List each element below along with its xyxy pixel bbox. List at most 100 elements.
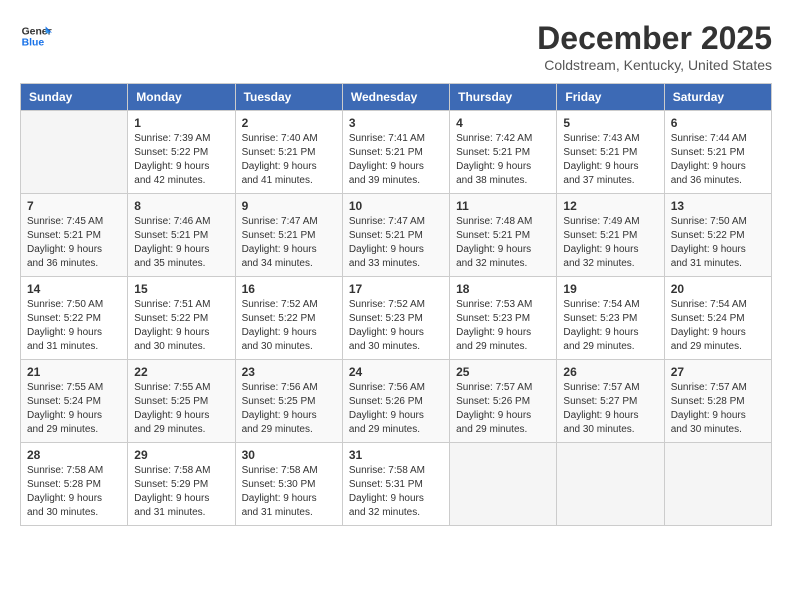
day-cell-2-3: 17 Sunrise: 7:52 AM Sunset: 5:23 PM Dayl… bbox=[342, 277, 449, 360]
day-cell-1-6: 13 Sunrise: 7:50 AM Sunset: 5:22 PM Dayl… bbox=[664, 194, 771, 277]
day-cell-1-1: 8 Sunrise: 7:46 AM Sunset: 5:21 PM Dayli… bbox=[128, 194, 235, 277]
day-cell-0-6: 6 Sunrise: 7:44 AM Sunset: 5:21 PM Dayli… bbox=[664, 111, 771, 194]
header-tuesday: Tuesday bbox=[235, 84, 342, 111]
day-info: Sunrise: 7:58 AM Sunset: 5:31 PM Dayligh… bbox=[349, 465, 425, 518]
day-cell-2-2: 16 Sunrise: 7:52 AM Sunset: 5:22 PM Dayl… bbox=[235, 277, 342, 360]
day-cell-2-0: 14 Sunrise: 7:50 AM Sunset: 5:22 PM Dayl… bbox=[21, 277, 128, 360]
day-cell-0-4: 4 Sunrise: 7:42 AM Sunset: 5:21 PM Dayli… bbox=[450, 111, 557, 194]
day-cell-4-1: 29 Sunrise: 7:58 AM Sunset: 5:29 PM Dayl… bbox=[128, 443, 235, 526]
day-cell-4-6 bbox=[664, 443, 771, 526]
day-cell-0-0 bbox=[21, 111, 128, 194]
day-cell-2-5: 19 Sunrise: 7:54 AM Sunset: 5:23 PM Dayl… bbox=[557, 277, 664, 360]
day-info: Sunrise: 7:42 AM Sunset: 5:21 PM Dayligh… bbox=[456, 133, 532, 186]
day-cell-3-6: 27 Sunrise: 7:57 AM Sunset: 5:28 PM Dayl… bbox=[664, 360, 771, 443]
day-info: Sunrise: 7:56 AM Sunset: 5:25 PM Dayligh… bbox=[242, 382, 318, 435]
day-number: 27 bbox=[671, 365, 765, 379]
day-number: 14 bbox=[27, 282, 121, 296]
day-info: Sunrise: 7:58 AM Sunset: 5:29 PM Dayligh… bbox=[134, 465, 210, 518]
day-cell-0-5: 5 Sunrise: 7:43 AM Sunset: 5:21 PM Dayli… bbox=[557, 111, 664, 194]
weekday-header-row: Sunday Monday Tuesday Wednesday Thursday… bbox=[21, 84, 772, 111]
week-row-3: 14 Sunrise: 7:50 AM Sunset: 5:22 PM Dayl… bbox=[21, 277, 772, 360]
day-cell-1-0: 7 Sunrise: 7:45 AM Sunset: 5:21 PM Dayli… bbox=[21, 194, 128, 277]
day-number: 23 bbox=[242, 365, 336, 379]
day-number: 24 bbox=[349, 365, 443, 379]
day-number: 21 bbox=[27, 365, 121, 379]
day-cell-4-3: 31 Sunrise: 7:58 AM Sunset: 5:31 PM Dayl… bbox=[342, 443, 449, 526]
day-number: 28 bbox=[27, 448, 121, 462]
day-cell-3-1: 22 Sunrise: 7:55 AM Sunset: 5:25 PM Dayl… bbox=[128, 360, 235, 443]
day-number: 25 bbox=[456, 365, 550, 379]
day-cell-1-5: 12 Sunrise: 7:49 AM Sunset: 5:21 PM Dayl… bbox=[557, 194, 664, 277]
header-sunday: Sunday bbox=[21, 84, 128, 111]
day-number: 26 bbox=[563, 365, 657, 379]
header-monday: Monday bbox=[128, 84, 235, 111]
title-section: December 2025 Coldstream, Kentucky, Unit… bbox=[537, 20, 772, 73]
calendar-table: Sunday Monday Tuesday Wednesday Thursday… bbox=[20, 83, 772, 526]
day-info: Sunrise: 7:41 AM Sunset: 5:21 PM Dayligh… bbox=[349, 133, 425, 186]
day-cell-3-4: 25 Sunrise: 7:57 AM Sunset: 5:26 PM Dayl… bbox=[450, 360, 557, 443]
header-friday: Friday bbox=[557, 84, 664, 111]
day-cell-0-3: 3 Sunrise: 7:41 AM Sunset: 5:21 PM Dayli… bbox=[342, 111, 449, 194]
day-info: Sunrise: 7:49 AM Sunset: 5:21 PM Dayligh… bbox=[563, 216, 639, 269]
day-number: 31 bbox=[349, 448, 443, 462]
calendar-title: December 2025 bbox=[537, 20, 772, 57]
day-info: Sunrise: 7:57 AM Sunset: 5:26 PM Dayligh… bbox=[456, 382, 532, 435]
day-info: Sunrise: 7:47 AM Sunset: 5:21 PM Dayligh… bbox=[242, 216, 318, 269]
week-row-1: 1 Sunrise: 7:39 AM Sunset: 5:22 PM Dayli… bbox=[21, 111, 772, 194]
day-number: 15 bbox=[134, 282, 228, 296]
svg-text:Blue: Blue bbox=[22, 38, 45, 49]
day-cell-4-5 bbox=[557, 443, 664, 526]
day-cell-2-1: 15 Sunrise: 7:51 AM Sunset: 5:22 PM Dayl… bbox=[128, 277, 235, 360]
logo: General Blue bbox=[20, 20, 52, 52]
day-info: Sunrise: 7:57 AM Sunset: 5:28 PM Dayligh… bbox=[671, 382, 747, 435]
day-info: Sunrise: 7:56 AM Sunset: 5:26 PM Dayligh… bbox=[349, 382, 425, 435]
day-info: Sunrise: 7:55 AM Sunset: 5:24 PM Dayligh… bbox=[27, 382, 103, 435]
day-number: 7 bbox=[27, 199, 121, 213]
logo-icon: General Blue bbox=[20, 20, 52, 52]
day-number: 5 bbox=[563, 116, 657, 130]
header-thursday: Thursday bbox=[450, 84, 557, 111]
day-info: Sunrise: 7:52 AM Sunset: 5:22 PM Dayligh… bbox=[242, 299, 318, 352]
day-cell-3-3: 24 Sunrise: 7:56 AM Sunset: 5:26 PM Dayl… bbox=[342, 360, 449, 443]
day-number: 18 bbox=[456, 282, 550, 296]
day-info: Sunrise: 7:53 AM Sunset: 5:23 PM Dayligh… bbox=[456, 299, 532, 352]
day-number: 2 bbox=[242, 116, 336, 130]
day-number: 16 bbox=[242, 282, 336, 296]
day-info: Sunrise: 7:58 AM Sunset: 5:30 PM Dayligh… bbox=[242, 465, 318, 518]
day-cell-0-1: 1 Sunrise: 7:39 AM Sunset: 5:22 PM Dayli… bbox=[128, 111, 235, 194]
day-number: 20 bbox=[671, 282, 765, 296]
header-saturday: Saturday bbox=[664, 84, 771, 111]
day-info: Sunrise: 7:43 AM Sunset: 5:21 PM Dayligh… bbox=[563, 133, 639, 186]
day-cell-0-2: 2 Sunrise: 7:40 AM Sunset: 5:21 PM Dayli… bbox=[235, 111, 342, 194]
day-number: 8 bbox=[134, 199, 228, 213]
day-info: Sunrise: 7:55 AM Sunset: 5:25 PM Dayligh… bbox=[134, 382, 210, 435]
day-cell-4-4 bbox=[450, 443, 557, 526]
day-info: Sunrise: 7:58 AM Sunset: 5:28 PM Dayligh… bbox=[27, 465, 103, 518]
day-cell-2-4: 18 Sunrise: 7:53 AM Sunset: 5:23 PM Dayl… bbox=[450, 277, 557, 360]
day-cell-1-2: 9 Sunrise: 7:47 AM Sunset: 5:21 PM Dayli… bbox=[235, 194, 342, 277]
day-number: 1 bbox=[134, 116, 228, 130]
day-info: Sunrise: 7:51 AM Sunset: 5:22 PM Dayligh… bbox=[134, 299, 210, 352]
day-cell-1-4: 11 Sunrise: 7:48 AM Sunset: 5:21 PM Dayl… bbox=[450, 194, 557, 277]
day-info: Sunrise: 7:50 AM Sunset: 5:22 PM Dayligh… bbox=[671, 216, 747, 269]
day-number: 19 bbox=[563, 282, 657, 296]
day-cell-3-2: 23 Sunrise: 7:56 AM Sunset: 5:25 PM Dayl… bbox=[235, 360, 342, 443]
page-header: General Blue December 2025 Coldstream, K… bbox=[20, 20, 772, 73]
day-info: Sunrise: 7:50 AM Sunset: 5:22 PM Dayligh… bbox=[27, 299, 103, 352]
day-info: Sunrise: 7:48 AM Sunset: 5:21 PM Dayligh… bbox=[456, 216, 532, 269]
day-number: 10 bbox=[349, 199, 443, 213]
day-cell-3-5: 26 Sunrise: 7:57 AM Sunset: 5:27 PM Dayl… bbox=[557, 360, 664, 443]
day-info: Sunrise: 7:45 AM Sunset: 5:21 PM Dayligh… bbox=[27, 216, 103, 269]
day-info: Sunrise: 7:54 AM Sunset: 5:24 PM Dayligh… bbox=[671, 299, 747, 352]
day-info: Sunrise: 7:47 AM Sunset: 5:21 PM Dayligh… bbox=[349, 216, 425, 269]
day-info: Sunrise: 7:54 AM Sunset: 5:23 PM Dayligh… bbox=[563, 299, 639, 352]
day-number: 9 bbox=[242, 199, 336, 213]
day-info: Sunrise: 7:52 AM Sunset: 5:23 PM Dayligh… bbox=[349, 299, 425, 352]
day-info: Sunrise: 7:44 AM Sunset: 5:21 PM Dayligh… bbox=[671, 133, 747, 186]
day-info: Sunrise: 7:40 AM Sunset: 5:21 PM Dayligh… bbox=[242, 133, 318, 186]
day-info: Sunrise: 7:57 AM Sunset: 5:27 PM Dayligh… bbox=[563, 382, 639, 435]
day-number: 30 bbox=[242, 448, 336, 462]
day-number: 6 bbox=[671, 116, 765, 130]
day-cell-4-0: 28 Sunrise: 7:58 AM Sunset: 5:28 PM Dayl… bbox=[21, 443, 128, 526]
day-info: Sunrise: 7:46 AM Sunset: 5:21 PM Dayligh… bbox=[134, 216, 210, 269]
